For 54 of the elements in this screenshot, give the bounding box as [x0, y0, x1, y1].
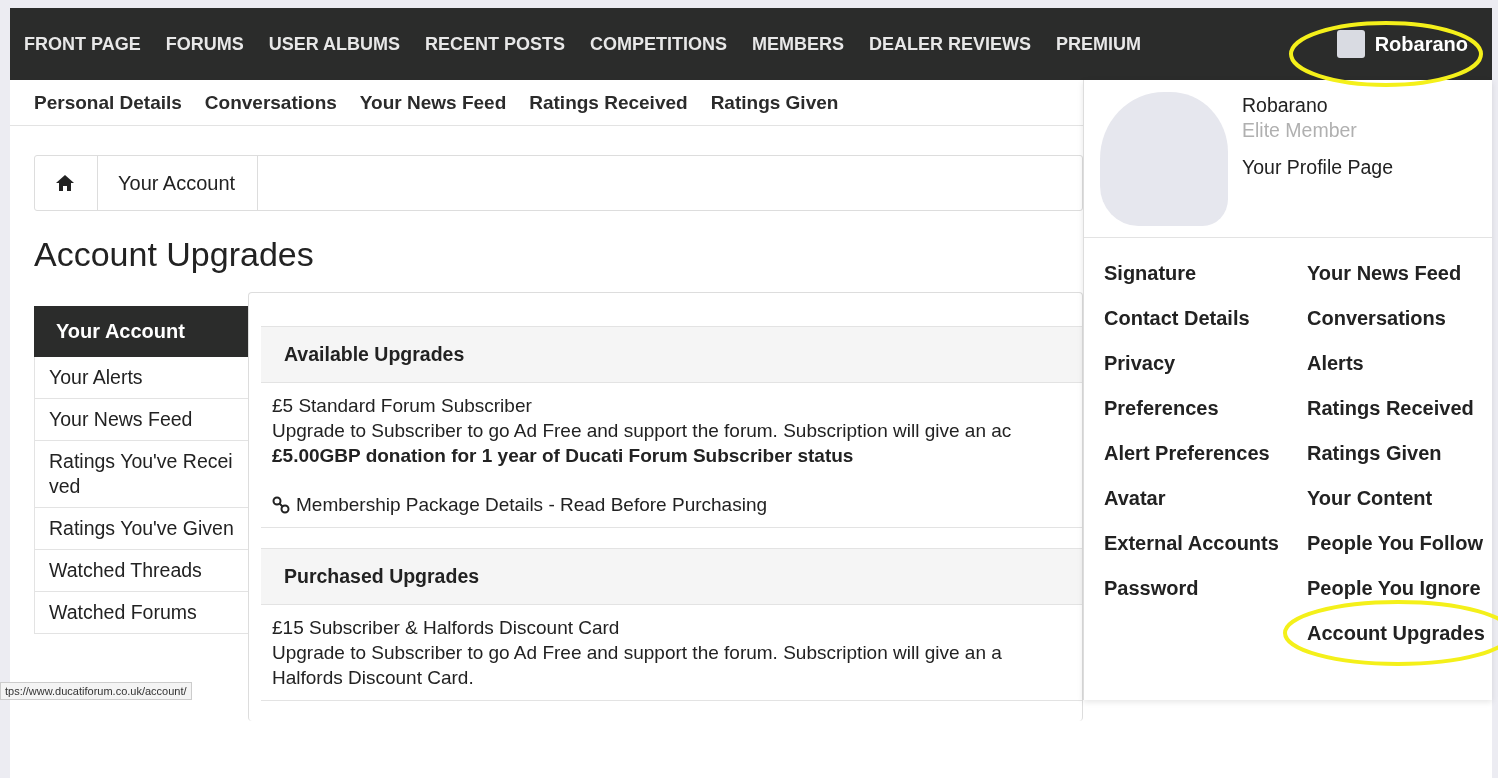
section-heading: Available Upgrades — [261, 326, 1082, 383]
page-title: Account Upgrades — [34, 235, 315, 274]
upgrade-description: Halfords Discount Card. — [272, 666, 475, 690]
menu-item[interactable]: Your Content — [1307, 477, 1487, 522]
home-icon — [55, 174, 75, 192]
status-url: tps://www.ducatiforum.co.uk/account/ — [0, 682, 192, 700]
nav-link[interactable]: DEALER REVIEWS — [869, 33, 1032, 55]
menu-item[interactable]: People You Ignore — [1307, 567, 1487, 612]
nav-link[interactable]: FORUMS — [165, 33, 244, 55]
details-link[interactable]: Membership Package Details - Read Before Purchasing — [296, 492, 767, 517]
sidebar-item[interactable]: Watched Threads — [34, 550, 248, 592]
menu-item[interactable]: Ratings Given — [1307, 432, 1487, 477]
breadcrumb-link[interactable]: Your Account — [98, 156, 259, 210]
nav-link[interactable]: COMPETITIONS — [590, 33, 728, 55]
menu-item[interactable]: Ratings Received — [1307, 387, 1487, 432]
sub-nav-link[interactable]: Conversations — [204, 91, 337, 114]
sidebar-item[interactable]: Your News Feed — [34, 399, 248, 441]
upgrade-description: Upgrade to Subscriber to go Ad Free and support the forum. Subscription will give an a — [272, 641, 1003, 665]
profile-link[interactable]: Your Profile Page — [1242, 156, 1394, 179]
menu-item[interactable]: Password — [1104, 567, 1307, 612]
section-heading: Purchased Upgrades — [261, 548, 1082, 605]
user-name: Robarano — [1242, 94, 1329, 117]
menu-item[interactable]: Avatar — [1104, 477, 1307, 522]
sidebar-heading: Your Account — [34, 306, 248, 357]
nav-link[interactable]: MEMBERS — [752, 33, 845, 55]
link-icon — [272, 495, 290, 514]
nav-link[interactable]: RECENT POSTS — [425, 33, 566, 55]
menu-item[interactable]: Alert Preferences — [1104, 432, 1307, 477]
upgrade-description: Upgrade to Subscriber to go Ad Free and support the forum. Subscription will give an ac — [272, 419, 1013, 443]
sidebar-item[interactable]: Your Alerts — [34, 357, 248, 399]
nav-link[interactable]: PREMIUM — [1056, 33, 1142, 55]
menu-item[interactable]: Alerts — [1307, 342, 1487, 387]
menu-item[interactable]: Signature — [1104, 252, 1307, 297]
menu-item[interactable]: Preferences — [1104, 387, 1307, 432]
user-rank: Elite Member — [1242, 119, 1358, 142]
menu-item[interactable]: Contact Details — [1104, 297, 1307, 342]
sidebar-item[interactable]: Ratings You've Received — [34, 441, 248, 508]
sub-nav-link[interactable]: Ratings Received — [529, 91, 688, 114]
sidebar-item[interactable]: Ratings You've Given — [34, 508, 248, 550]
menu-item[interactable]: People You Follow — [1307, 522, 1487, 567]
menu-item[interactable]: External Accounts — [1104, 522, 1307, 567]
upgrade-title: £5 Standard Forum Subscriber — [272, 394, 533, 418]
menu-item[interactable]: Your News Feed — [1307, 252, 1487, 297]
nav-link[interactable]: FRONT PAGE — [24, 33, 141, 55]
nav-link[interactable]: USER ALBUMS — [268, 33, 400, 55]
upgrade-price: £5.00GBP donation for 1 year of Ducati Forum Subscriber status — [272, 444, 855, 468]
sub-nav-link[interactable]: Personal Details — [34, 91, 182, 114]
sidebar-item[interactable]: Watched Forums — [34, 592, 248, 634]
sub-nav-link[interactable]: Your News Feed — [359, 91, 507, 114]
avatar-placeholder — [1336, 30, 1365, 58]
menu-item[interactable]: Conversations — [1307, 297, 1487, 342]
menu-item[interactable]: Privacy — [1104, 342, 1307, 387]
upgrade-title: £15 Subscriber & Halfords Discount Card — [272, 616, 621, 640]
sub-nav-link[interactable]: Ratings Given — [710, 91, 839, 114]
